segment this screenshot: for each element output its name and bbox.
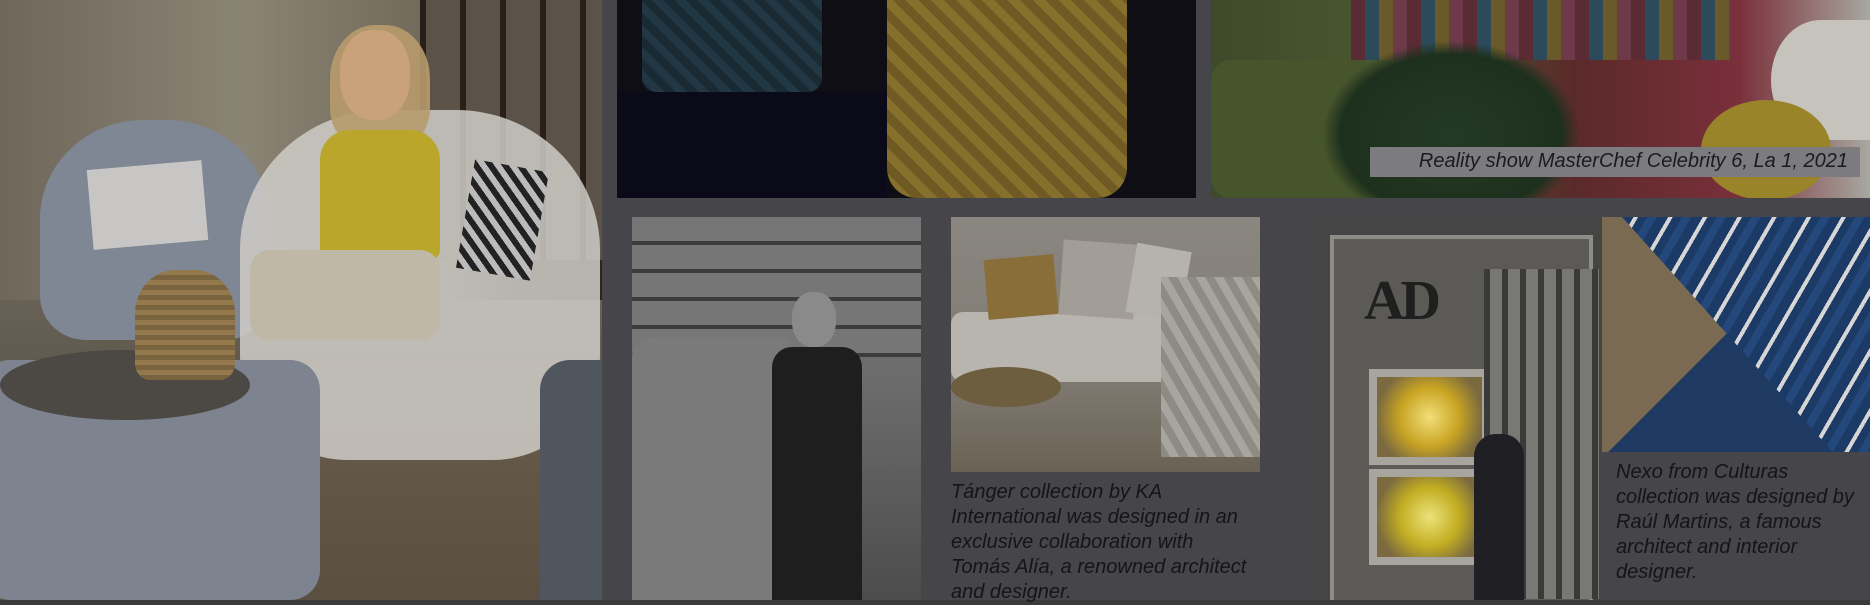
yellow-artwork xyxy=(1369,469,1490,565)
man-portrait xyxy=(772,292,862,600)
yellow-artwork xyxy=(1369,369,1490,465)
smiling-woman xyxy=(250,25,460,340)
zebra-cushion xyxy=(86,160,209,250)
masterchef-caption: Reality show MasterChef Celebrity 6, La … xyxy=(1370,147,1860,177)
man-in-suit xyxy=(1474,434,1524,600)
tanger-living-room-photo xyxy=(951,217,1260,472)
fabric-roll xyxy=(632,337,792,600)
ad-logo: AD xyxy=(1364,270,1441,332)
wicker-basket xyxy=(135,270,235,380)
zigzag-fabric xyxy=(1622,217,1870,452)
nexo-caption-text: Nexo from Culturas collection was design… xyxy=(1616,461,1854,583)
nexo-fabric-photo xyxy=(1602,217,1870,452)
tanger-caption-text: Tánger collection by KA International wa… xyxy=(951,481,1247,603)
woman-beanbag-photo xyxy=(0,0,602,600)
masterchef-caption-text: Reality show MasterChef Celebrity 6, La … xyxy=(1418,150,1848,172)
tanger-caption: Tánger collection by KA International wa… xyxy=(951,480,1261,603)
gold-quilted-pouf xyxy=(887,0,1127,198)
nexo-caption: Nexo from Culturas collection was design… xyxy=(1602,460,1870,600)
side-table xyxy=(951,367,1061,407)
ad-magazine-cover: AD xyxy=(1312,217,1602,600)
patterned-armchair xyxy=(1161,277,1260,457)
photo-collage: Reality show MasterChef Celebrity 6, La … xyxy=(0,0,1870,603)
designer-portrait-photo xyxy=(632,217,921,600)
quilted-poufs-photo xyxy=(617,0,1196,198)
teal-quilted-pouf xyxy=(642,0,822,92)
